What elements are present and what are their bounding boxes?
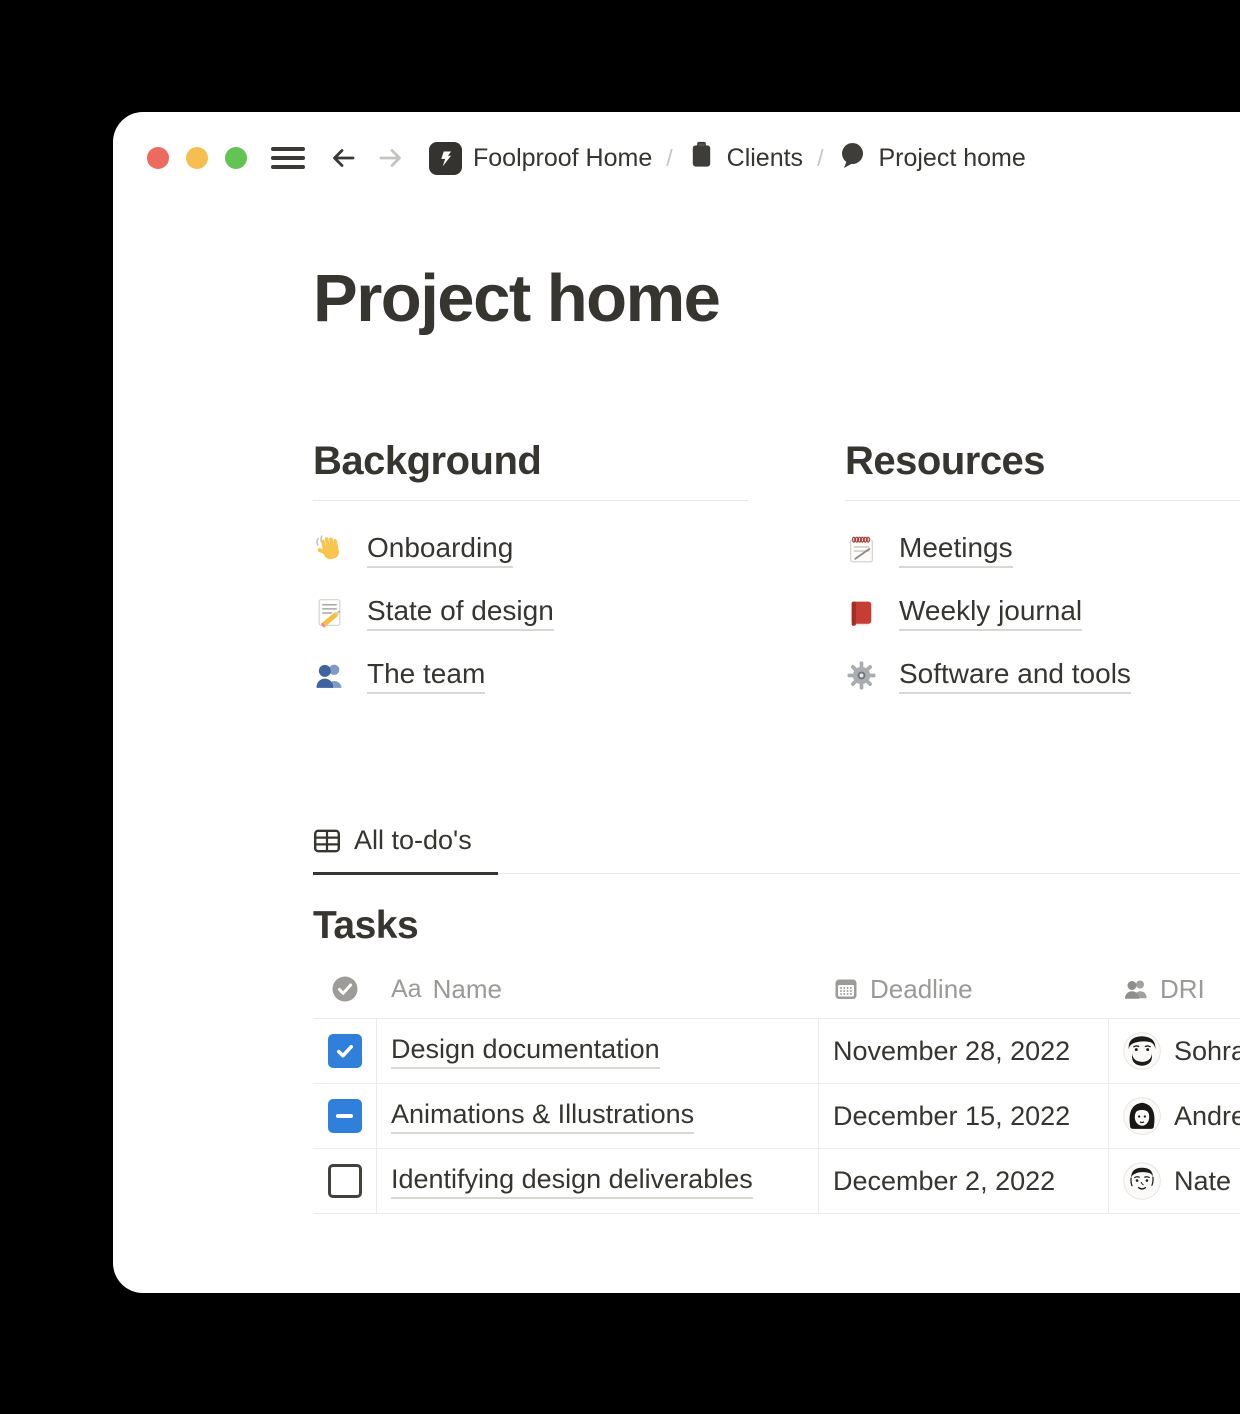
breadcrumb-item-clients[interactable]: Clients [687, 139, 803, 177]
page-link-label: Meetings [899, 532, 1013, 568]
page-link-label: State of design [367, 595, 554, 631]
dri-name: Nate Martins [1174, 1166, 1240, 1197]
tab-all-todos[interactable]: All to-do's [313, 825, 498, 875]
app-window: Foolproof Home / Clients / [113, 112, 1240, 1293]
view-tab-strip: All to-do's [313, 825, 1240, 874]
column-header-done[interactable] [313, 960, 377, 1018]
forward-arrow-icon[interactable] [375, 142, 407, 174]
traffic-lights [147, 147, 247, 169]
column-header-name[interactable]: Aa Name [377, 960, 819, 1018]
table-row: Design documentation November 28, 2022 [313, 1018, 1240, 1083]
section-title: Resources [845, 439, 1240, 484]
breadcrumb-item-project-home[interactable]: Project home [837, 140, 1025, 177]
table-view-icon [313, 827, 341, 855]
foolproof-logo [429, 142, 462, 175]
column-header-label: Deadline [870, 974, 973, 1005]
spiral-notepad-emoji [845, 534, 877, 566]
task-dri[interactable]: Andrea [1123, 1097, 1240, 1135]
page-link-meetings[interactable]: Meetings [845, 518, 1240, 581]
tasks-title: Tasks [313, 904, 1240, 948]
calendar-icon [833, 976, 859, 1002]
column-header-label: Name [433, 974, 502, 1005]
section-background: Background [313, 439, 748, 707]
task-name-link[interactable]: Design documentation [391, 1034, 660, 1069]
clipboard-icon [687, 139, 716, 177]
divider [313, 500, 748, 501]
page-link-weekly-journal[interactable]: Weekly journal [845, 581, 1240, 644]
gear-emoji [845, 660, 877, 692]
section-resources: Resources [845, 439, 1240, 707]
page-link-software-and-tools[interactable]: Software and tools [845, 644, 1240, 707]
breadcrumb-label: Foolproof Home [473, 144, 652, 173]
red-book-emoji [845, 597, 877, 629]
speech-bubble-icon [837, 140, 867, 177]
column-header-deadline[interactable]: Deadline [819, 960, 1109, 1018]
avatar [1123, 1162, 1161, 1200]
page-link-the-team[interactable]: The team [313, 644, 748, 707]
avatar [1123, 1097, 1161, 1135]
text-aa-icon: Aa [391, 975, 422, 1004]
task-dri[interactable]: Sohrab [1123, 1032, 1240, 1070]
breadcrumb-item-foolproof-home[interactable]: Foolproof Home [429, 142, 652, 175]
page-link-label: Weekly journal [899, 595, 1082, 631]
breadcrumb-separator: / [665, 145, 673, 172]
table-row: Identifying design deliverables December… [313, 1148, 1240, 1213]
people-icon [1123, 976, 1149, 1002]
link-columns: Background [313, 439, 1240, 707]
tab-label: All to-do's [354, 825, 472, 856]
busts-emoji [313, 660, 345, 692]
task-dri[interactable]: Nate Martins [1123, 1162, 1240, 1200]
section-title: Background [313, 439, 748, 484]
page-link-onboarding[interactable]: Onboarding [313, 518, 748, 581]
table-header-row: Aa Name Deadline [313, 960, 1240, 1018]
breadcrumb-label: Project home [878, 144, 1025, 173]
task-name-link[interactable]: Animations & Illustrations [391, 1099, 694, 1134]
titlebar: Foolproof Home / Clients / [113, 112, 1240, 204]
task-deadline[interactable]: December 15, 2022 [833, 1101, 1070, 1132]
page-link-label: Software and tools [899, 658, 1131, 694]
memo-emoji [313, 597, 345, 629]
column-header-label: DRI [1160, 974, 1205, 1005]
todo-checkbox-indeterminate[interactable] [328, 1099, 362, 1133]
page-link-label: The team [367, 658, 485, 694]
column-header-dri[interactable]: DRI [1109, 960, 1240, 1018]
close-window-button[interactable] [147, 147, 169, 169]
page-link-state-of-design[interactable]: State of design [313, 581, 748, 644]
divider [845, 500, 1240, 501]
waving-hand-emoji [313, 534, 345, 566]
sidebar-menu-icon[interactable] [271, 147, 305, 170]
dri-name: Andrea [1174, 1101, 1240, 1132]
todo-checkbox-unchecked[interactable] [328, 1164, 362, 1198]
dri-name: Sohrab [1174, 1036, 1240, 1067]
avatar [1123, 1032, 1161, 1070]
tasks-table: Aa Name Deadline [313, 960, 1240, 1214]
table-row: Animations & Illustrations December 15, … [313, 1083, 1240, 1148]
page-title: Project home [313, 260, 1240, 337]
page-link-label: Onboarding [367, 532, 513, 568]
task-deadline[interactable]: November 28, 2022 [833, 1036, 1070, 1067]
breadcrumb-label: Clients [727, 144, 803, 173]
breadcrumb: Foolproof Home / Clients / [429, 139, 1026, 177]
minimize-window-button[interactable] [186, 147, 208, 169]
back-arrow-icon[interactable] [327, 142, 359, 174]
check-circle-icon [332, 976, 358, 1002]
task-deadline[interactable]: December 2, 2022 [833, 1166, 1055, 1197]
breadcrumb-separator: / [816, 145, 824, 172]
zoom-window-button[interactable] [225, 147, 247, 169]
task-name-link[interactable]: Identifying design deliverables [391, 1164, 753, 1199]
todo-checkbox-checked[interactable] [328, 1034, 362, 1068]
